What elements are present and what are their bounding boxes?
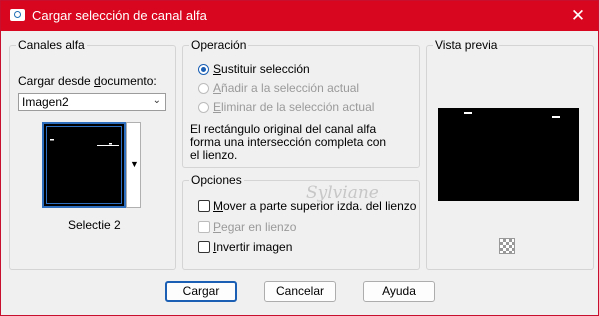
operacion-legend: Operación xyxy=(189,38,249,52)
info-line-1: El rectángulo original del canal alfa xyxy=(190,122,377,136)
radio-eliminar[interactable] xyxy=(198,102,209,113)
radio-sustituir-label[interactable]: Sustituir selección xyxy=(213,62,310,76)
radio-anadir-label[interactable]: Añadir a la selección actual xyxy=(213,81,359,95)
info-line-2: forma una intersección completa con xyxy=(190,135,387,149)
info-line-3: el lienzo. xyxy=(190,148,238,162)
checkbox-pegar[interactable] xyxy=(198,221,210,233)
window-title: Cargar selección de canal alfa xyxy=(32,8,207,23)
cargar-button[interactable]: Cargar xyxy=(165,281,237,302)
selection-name: Selectie 2 xyxy=(68,218,121,232)
camera-icon xyxy=(10,9,25,21)
checkbox-invertir[interactable] xyxy=(198,241,210,253)
caret-down-icon: ▼ xyxy=(130,159,139,169)
load-from-document-label: Cargar desde documento: xyxy=(18,74,157,88)
checkbox-pegar-label[interactable]: Pegar en lienzo xyxy=(213,220,296,234)
thumbnail-image xyxy=(46,126,122,204)
radio-anadir[interactable] xyxy=(198,83,209,94)
document-select-value: Imagen2 xyxy=(22,95,69,109)
watermark-signature: Sylviane xyxy=(306,183,379,203)
cancelar-button[interactable]: Cancelar xyxy=(264,281,336,302)
dialog-window: Cargar selección de canal alfa ✕ Canales… xyxy=(0,0,599,316)
document-select[interactable]: Imagen2 ⌄ xyxy=(18,93,166,111)
checkbox-mover[interactable] xyxy=(198,200,210,212)
checkbox-invertir-label[interactable]: Invertir imagen xyxy=(213,240,292,254)
vista-legend: Vista previa xyxy=(433,38,500,52)
title-bar: Cargar selección de canal alfa ✕ xyxy=(1,1,598,31)
thumbnail-marks xyxy=(50,139,119,146)
radio-sustituir[interactable] xyxy=(198,64,209,75)
ayuda-button[interactable]: Ayuda xyxy=(363,281,435,302)
preview-marks xyxy=(464,112,560,118)
chevron-down-icon: ⌄ xyxy=(152,95,161,106)
preview-image xyxy=(438,108,579,201)
opciones-legend: Opciones xyxy=(189,173,244,187)
thumbnail-dropdown-button[interactable]: ▼ xyxy=(126,122,141,208)
radio-eliminar-label[interactable]: Eliminar de la selección actual xyxy=(213,100,374,114)
channel-thumbnail[interactable] xyxy=(42,122,126,208)
canales-legend: Canales alfa xyxy=(16,38,87,52)
transparency-toggle-icon[interactable] xyxy=(499,238,515,254)
close-icon[interactable]: ✕ xyxy=(564,4,592,28)
